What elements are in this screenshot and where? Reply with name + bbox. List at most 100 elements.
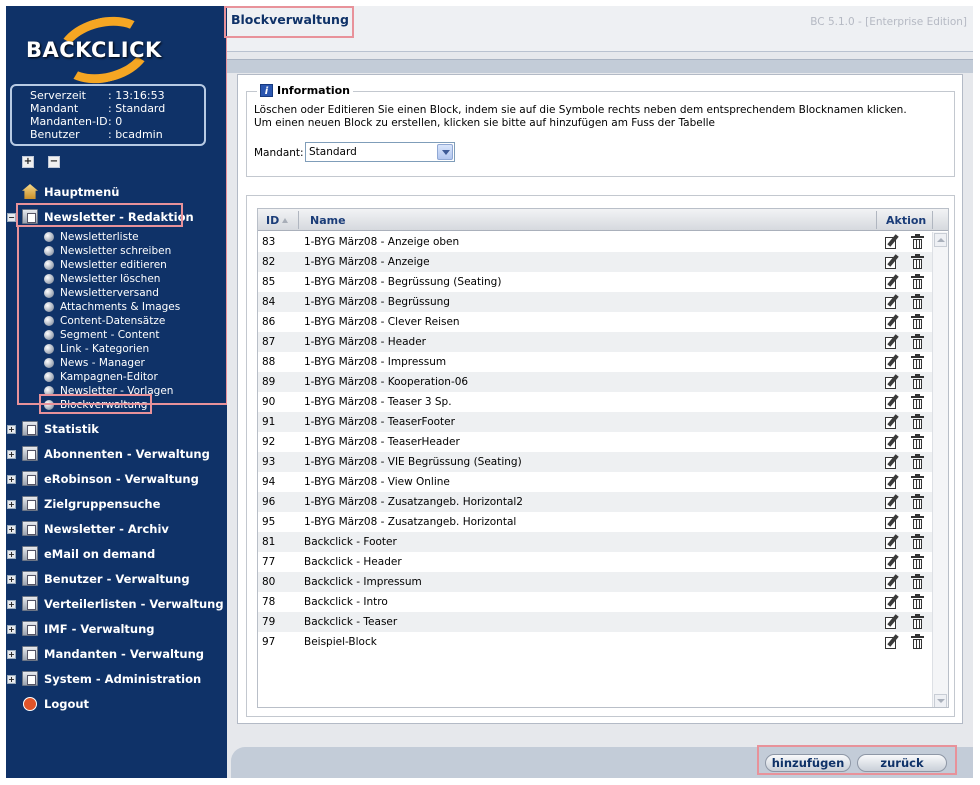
nav-section[interactable]: + eMail on demand [6,544,227,564]
collapse-all-button[interactable]: − [48,156,60,168]
information-heading: Information [277,84,350,97]
edit-icon[interactable] [884,374,900,390]
title-highlight-box [224,6,354,38]
edit-icon[interactable] [884,334,900,350]
chevron-down-icon[interactable] [437,144,453,160]
info-text-line: Löschen oder Editieren Sie einen Block, … [254,104,907,116]
trash-icon[interactable] [910,414,926,430]
trash-icon[interactable] [910,394,926,410]
trash-icon[interactable] [910,314,926,330]
row-name: 1-BYG März08 - Begrüssung [304,296,450,308]
expand-icon[interactable]: + [7,450,16,459]
edit-icon[interactable] [884,514,900,530]
row-id: 89 [262,376,276,388]
edit-icon[interactable] [884,394,900,410]
trash-icon[interactable] [910,494,926,510]
edit-icon[interactable] [884,634,900,650]
expand-icon[interactable]: + [7,425,16,434]
edit-icon[interactable] [884,614,900,630]
nav-section[interactable]: + Verteilerlisten - Verwaltung [6,594,227,614]
table-scrollbar[interactable] [932,232,948,707]
nav-item-logout[interactable]: Logout [6,694,227,714]
trash-icon[interactable] [910,574,926,590]
edit-icon[interactable] [884,534,900,550]
trash-icon[interactable] [910,274,926,290]
edit-icon[interactable] [884,494,900,510]
edit-icon[interactable] [884,594,900,610]
expand-icon[interactable]: + [7,550,16,559]
edit-icon[interactable] [884,314,900,330]
trash-icon[interactable] [910,354,926,370]
scroll-down-button[interactable] [934,694,947,707]
nav-section[interactable]: + Zielgruppensuche [6,494,227,514]
edit-icon[interactable] [884,254,900,270]
expand-icon[interactable]: + [7,475,16,484]
column-header-id[interactable]: ID [266,214,289,227]
table-row: 82 1-BYG März08 - Anzeige [258,252,934,272]
trash-icon[interactable] [910,514,926,530]
trash-icon[interactable] [910,434,926,450]
collapse-icon[interactable]: − [7,213,16,222]
edit-icon[interactable] [884,354,900,370]
trash-icon[interactable] [910,334,926,350]
trash-icon[interactable] [910,614,926,630]
nav-section[interactable]: + Statistik [6,419,227,439]
expand-icon[interactable]: + [7,525,16,534]
nav-label: Abonnenten - Verwaltung [44,447,210,461]
info-text-line: Um einen neuen Block zu erstellen, klick… [254,117,715,129]
trash-icon[interactable] [910,454,926,470]
trash-icon[interactable] [910,374,926,390]
trash-icon[interactable] [910,634,926,650]
scroll-up-button[interactable] [934,233,947,247]
folder-icon [22,421,38,436]
nav-item-hauptmenu[interactable]: Hauptmenü [6,182,227,202]
main-area: Blockverwaltung BC 5.1.0 - [Enterprise E… [224,6,973,778]
trash-icon[interactable] [910,254,926,270]
trash-icon[interactable] [910,294,926,310]
expand-icon[interactable]: + [7,650,16,659]
trash-icon[interactable] [910,474,926,490]
info-label: Benutzer [30,128,80,141]
nav-section[interactable]: + IMF - Verwaltung [6,619,227,639]
nav-section[interactable]: + Mandanten - Verwaltung [6,644,227,664]
nav-label: Logout [44,697,90,711]
table-row: 88 1-BYG März08 - Impressum [258,352,934,372]
edit-icon[interactable] [884,414,900,430]
nav-section[interactable]: + Newsletter - Archiv [6,519,227,539]
row-name: 1-BYG März08 - View Online [304,476,450,488]
row-name: Backclick - Footer [304,536,397,548]
table-row: 83 1-BYG März08 - Anzeige oben [258,232,934,252]
expand-icon[interactable]: + [7,500,16,509]
edit-icon[interactable] [884,454,900,470]
expand-icon[interactable]: + [7,600,16,609]
expand-all-button[interactable]: + [22,156,34,168]
server-info-box: Serverzeit: 13:16:53 Mandant: Standard M… [10,84,206,146]
row-name: Backclick - Teaser [304,616,398,628]
edit-icon[interactable] [884,274,900,290]
row-id: 78 [262,596,276,608]
row-id: 95 [262,516,276,528]
row-id: 85 [262,276,276,288]
trash-icon[interactable] [910,234,926,250]
edit-icon[interactable] [884,574,900,590]
nav-section[interactable]: + Benutzer - Verwaltung [6,569,227,589]
expand-icon[interactable]: + [7,625,16,634]
trash-icon[interactable] [910,594,926,610]
table-row: 95 1-BYG März08 - Zusatzangeb. Horizontal [258,512,934,532]
edit-icon[interactable] [884,294,900,310]
trash-icon[interactable] [910,554,926,570]
edit-icon[interactable] [884,434,900,450]
nav-section[interactable]: + System - Administration [6,669,227,689]
column-header-name[interactable]: Name [310,214,346,227]
edit-icon[interactable] [884,554,900,570]
nav-label: Benutzer - Verwaltung [44,572,190,586]
nav-section[interactable]: + eRobinson - Verwaltung [6,469,227,489]
expand-icon[interactable]: + [7,675,16,684]
trash-icon[interactable] [910,534,926,550]
row-id: 88 [262,356,276,368]
edit-icon[interactable] [884,474,900,490]
expand-icon[interactable]: + [7,575,16,584]
mandant-select[interactable]: Standard [305,142,455,162]
edit-icon[interactable] [884,234,900,250]
nav-section[interactable]: + Abonnenten - Verwaltung [6,444,227,464]
